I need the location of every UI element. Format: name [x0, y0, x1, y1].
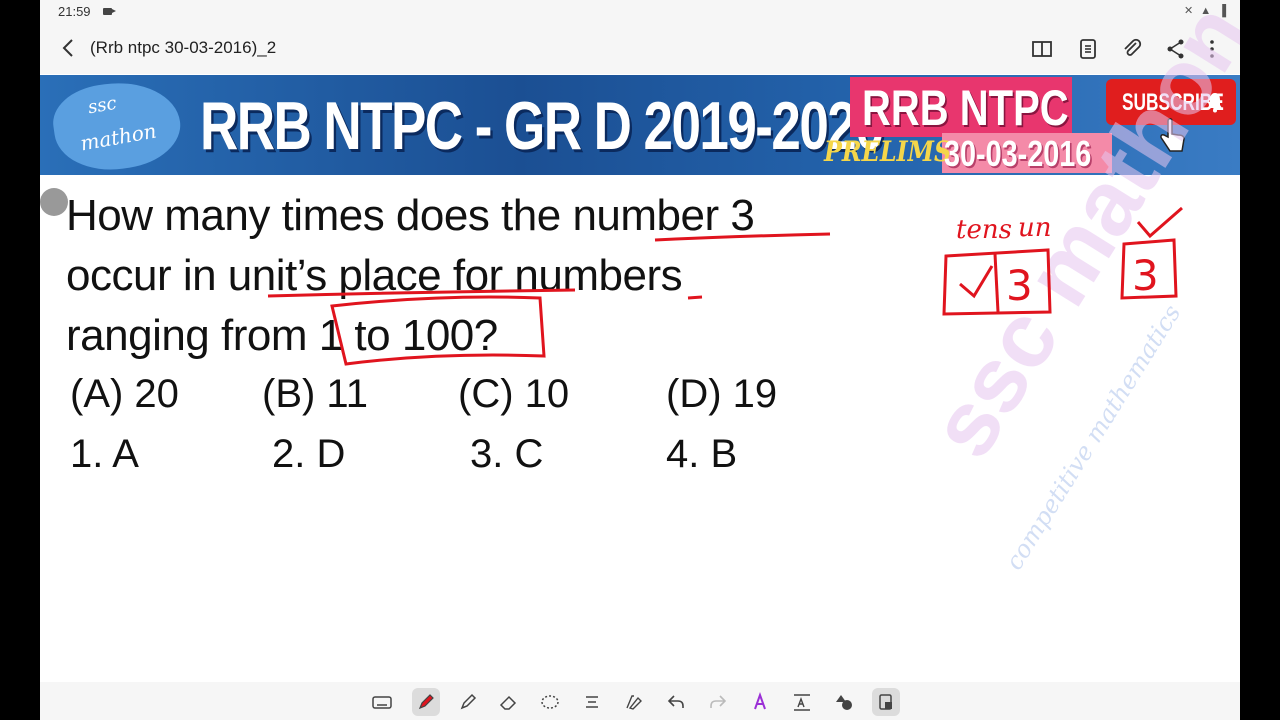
lock-icon: [879, 694, 892, 710]
question-line-1: How many times does the number 3: [66, 191, 755, 240]
keyboard-icon: [372, 696, 392, 709]
pdf-viewer-screen: 21:59 ✕ ▲ ▐ (Rrb ntpc 30-03-2016)_2 ssc …: [40, 0, 1240, 720]
highlighter-tool-button[interactable]: [454, 688, 482, 716]
handwriting-icon: [626, 695, 642, 710]
answer-choice-4: 4. B: [666, 432, 738, 476]
undo-button[interactable]: [662, 688, 690, 716]
question-text: How many times does the number 3 occur i…: [66, 186, 755, 366]
document-outline-icon[interactable]: [1076, 37, 1100, 61]
question-line-3: ranging from 1 to 100?: [66, 311, 498, 360]
text-size-icon: [794, 694, 810, 711]
drawing-toolbar: [40, 682, 1240, 720]
keyboard-tool-button[interactable]: [368, 688, 396, 716]
shapes-tool-button[interactable]: [830, 688, 858, 716]
document-title: (Rrb ntpc 30-03-2016)_2: [90, 38, 277, 57]
option-d: (D) 19: [666, 372, 778, 416]
status-bar: 21:59 ✕ ▲ ▐: [40, 0, 1240, 24]
option-b: (B) 11: [262, 372, 368, 416]
eraser-icon: [499, 695, 517, 710]
pen-tool-button[interactable]: [412, 688, 440, 716]
tick-mark-tens: [959, 265, 994, 299]
badge-title: RRB NTPC: [862, 80, 1069, 136]
back-arrow-icon[interactable]: [58, 36, 80, 60]
status-time: 21:59: [58, 4, 91, 19]
label-tens: tens: [956, 215, 1012, 245]
answer-choice-2: 2. D: [272, 432, 346, 476]
video-camera-icon: [103, 8, 116, 15]
badge-prelims: PRELIMS: [824, 135, 952, 168]
answer-choice-1: 1. A: [70, 432, 139, 476]
answer-choice-3: 3. C: [470, 432, 544, 476]
text-color-button[interactable]: [746, 688, 774, 716]
lock-page-button[interactable]: [872, 688, 900, 716]
text-align-icon: [586, 696, 598, 708]
banner-headline: RRB NTPC - GR D 2019-2020: [200, 88, 885, 164]
handwriting-tool-button[interactable]: [620, 688, 648, 716]
eraser-tool-button[interactable]: [494, 688, 522, 716]
redo-button[interactable]: [704, 688, 732, 716]
shapes-icon: [836, 695, 852, 710]
book-view-icon[interactable]: [1030, 37, 1054, 61]
pen-indicator-icon: [40, 188, 68, 216]
pen-icon: [418, 694, 434, 710]
channel-banner: ssc mathon RRB NTPC - GR D 2019-2020 RRB…: [40, 75, 1240, 175]
text-size-button[interactable]: [788, 688, 816, 716]
app-bar: (Rrb ntpc 30-03-2016)_2: [40, 24, 1240, 74]
question-page: How many times does the number 3 occur i…: [40, 176, 860, 492]
option-c: (C) 10: [458, 372, 570, 416]
undo-icon: [667, 695, 684, 708]
text-color-icon: [754, 692, 766, 710]
redo-icon: [710, 695, 727, 708]
highlighter-icon: [460, 693, 477, 710]
question-line-2: occur in unit’s place for numbers: [66, 251, 683, 300]
digit-single: 3: [1132, 251, 1159, 300]
text-align-tool-button[interactable]: [578, 688, 606, 716]
option-a: (A) 20: [70, 372, 179, 416]
lasso-tool-button[interactable]: [536, 688, 564, 716]
lasso-icon: [541, 695, 559, 709]
